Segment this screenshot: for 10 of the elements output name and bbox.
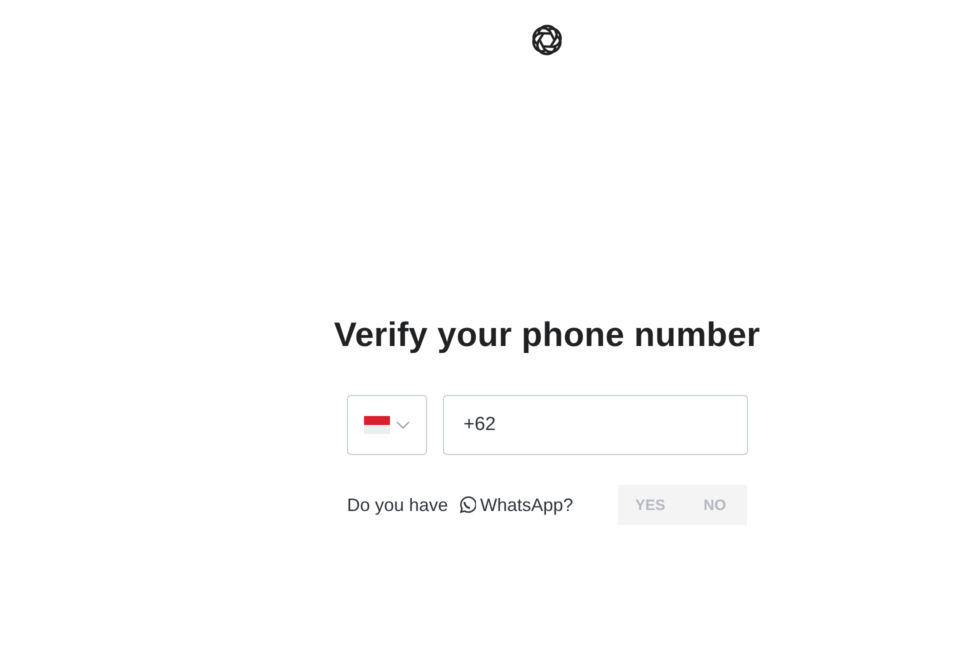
whatsapp-label: WhatsApp? — [480, 494, 574, 516]
country-select[interactable] — [346, 395, 426, 455]
toggle-option[interactable]: NO — [682, 485, 747, 525]
caret-icon — [396, 420, 410, 430]
phone-field[interactable]: +62 — [442, 395, 748, 455]
page-title: Verify your phone number — [334, 316, 760, 355]
flag-icon — [364, 416, 390, 434]
toggle-option[interactable]: YES — [618, 485, 682, 525]
whatsapp-icon — [458, 496, 476, 514]
whatsapp-question: Do you have — [347, 494, 448, 516]
